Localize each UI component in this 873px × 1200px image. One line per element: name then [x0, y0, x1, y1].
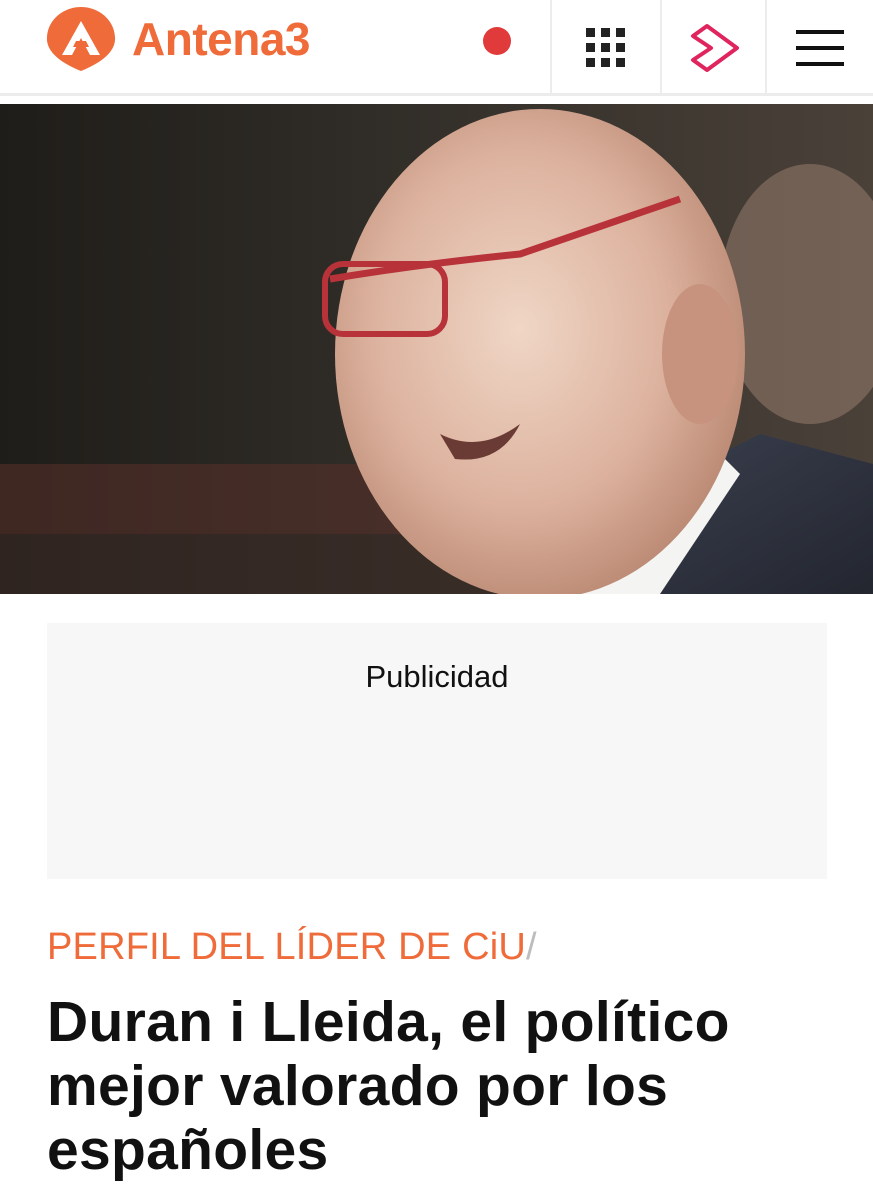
top-header: Antena3 [0, 0, 873, 96]
menu-button[interactable] [765, 0, 873, 96]
kicker-separator: / [526, 926, 537, 968]
kicker-text: PERFIL DEL LÍDER DE CiU [47, 926, 527, 968]
antena3-logo-icon [46, 7, 116, 71]
hero-image[interactable] [0, 104, 873, 594]
live-dot-icon[interactable] [483, 27, 511, 55]
article-headline[interactable]: Duran i Lleida, el político mejor valora… [47, 990, 847, 1182]
hamburger-menu-icon [796, 30, 844, 66]
antena3-logo[interactable]: Antena3 [44, 4, 310, 74]
ad-label: Publicidad [365, 659, 509, 694]
article-kicker[interactable]: PERFIL DEL LÍDER DE CiU/ [47, 926, 537, 969]
advertisement-slot[interactable]: Publicidad [47, 623, 827, 879]
grid-icon [586, 28, 625, 67]
atresplayer-button[interactable] [660, 0, 765, 96]
apps-button[interactable] [550, 0, 660, 96]
brand-name: Antena3 [132, 13, 310, 65]
atresplayer-icon [690, 24, 739, 72]
politician-photo [0, 104, 873, 594]
